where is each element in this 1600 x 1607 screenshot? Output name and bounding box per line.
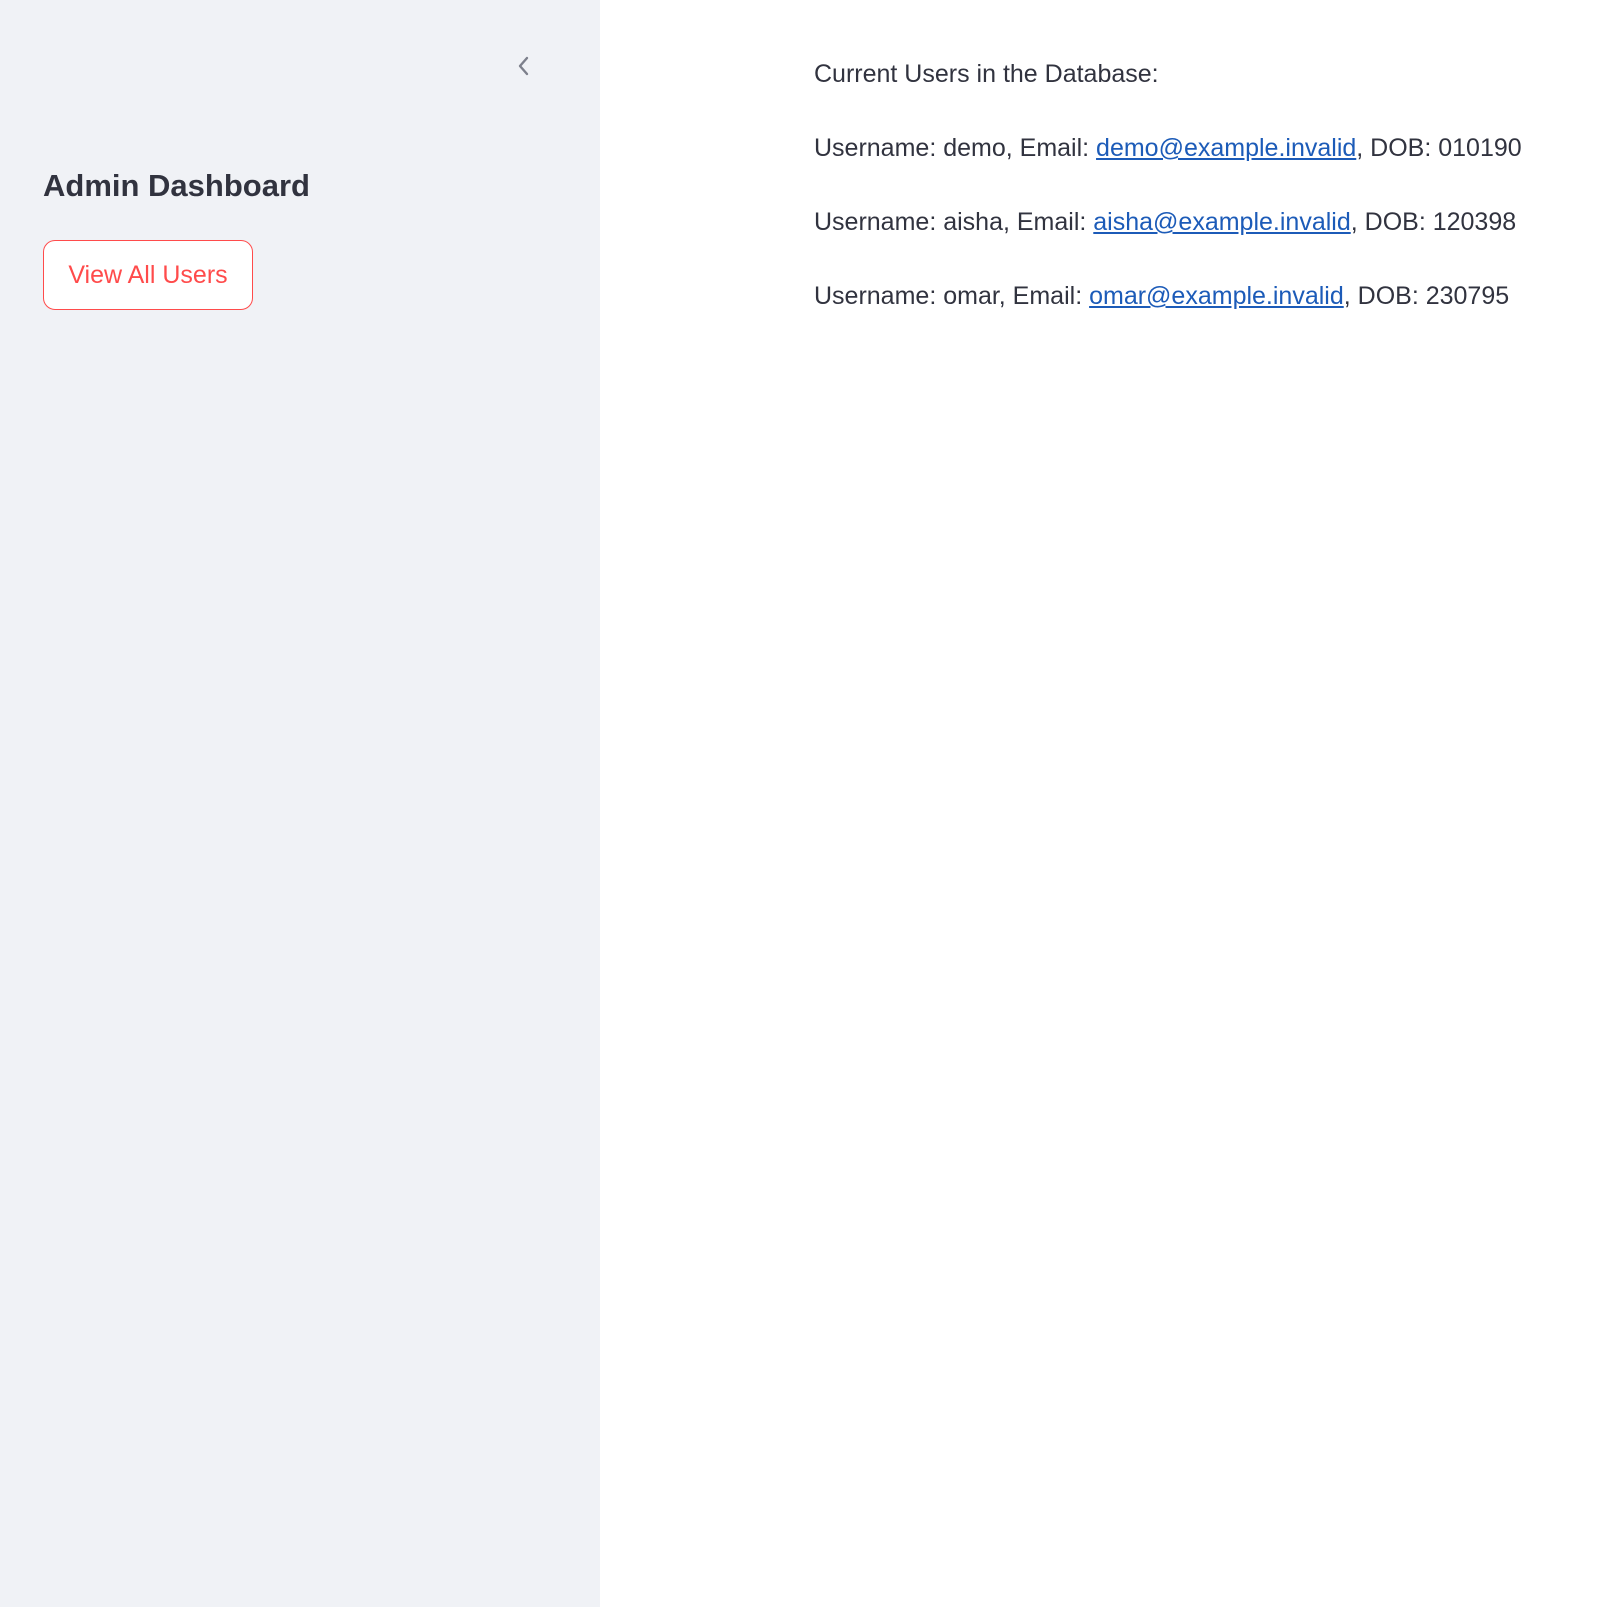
users-output: Current Users in the Database: Username:…: [814, 58, 1594, 354]
user-dob: , DOB: 230795: [1343, 282, 1510, 310]
user-row: Username: demo, Email: demo@example.inva…: [814, 132, 1594, 165]
user-label: Username: omar, Email:: [814, 282, 1090, 310]
email-link[interactable]: aisha@example.invalid: [1093, 208, 1350, 236]
users-heading: Current Users in the Database:: [814, 60, 1159, 88]
sidebar: Admin Dashboard View All Users: [0, 0, 600, 1607]
user-row: Username: aisha, Email: aisha@example.in…: [814, 206, 1594, 239]
main-content: Current Users in the Database: Username:…: [600, 0, 1600, 1607]
collapse-sidebar-button[interactable]: [508, 50, 540, 86]
email-link[interactable]: demo@example.invalid: [1096, 134, 1356, 162]
email-link[interactable]: omar@example.invalid: [1089, 282, 1344, 310]
user-label: Username: demo, Email:: [814, 134, 1097, 162]
app: Admin Dashboard View All Users Current U…: [0, 0, 1600, 1607]
user-row: Username: omar, Email: omar@example.inva…: [814, 280, 1594, 313]
view-all-users-button[interactable]: View All Users: [43, 240, 253, 310]
sidebar-title: Admin Dashboard: [43, 168, 310, 203]
chevron-left-icon: [516, 55, 532, 82]
user-label: Username: aisha, Email:: [814, 208, 1094, 236]
user-dob: , DOB: 120398: [1350, 208, 1517, 236]
user-dob: , DOB: 010190: [1356, 134, 1522, 162]
